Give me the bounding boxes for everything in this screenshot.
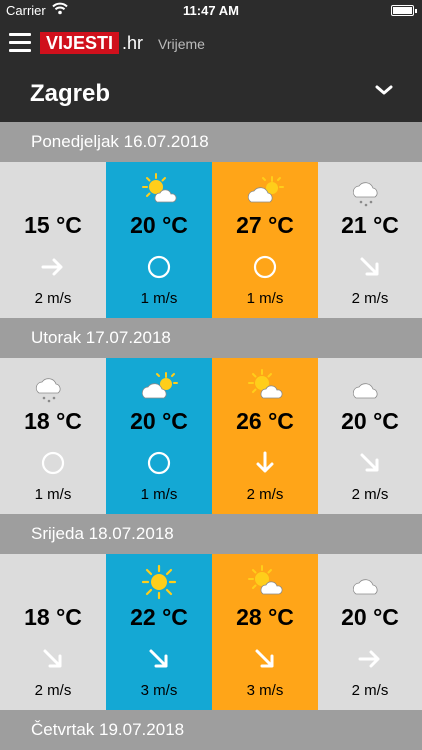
cloud-sun-icon xyxy=(106,368,212,406)
city-selector[interactable]: Zagreb xyxy=(0,68,422,122)
forecast-row: 18 °C 2 m/s 22 °C 3 m/s 28 °C 3 m/s 20 °C 2 m/s xyxy=(0,554,422,710)
wind-speed: 2 m/s xyxy=(351,290,389,307)
forecast-cell[interactable]: 27 °C 1 m/s xyxy=(212,162,318,318)
forecast-cell[interactable]: 21 °C 2 m/s xyxy=(318,162,422,318)
status-bar: Carrier 11:47 AM xyxy=(0,0,422,20)
wind-speed: 1 m/s xyxy=(140,486,178,503)
forecast-row: 15 °C 2 m/s 20 °C 1 m/s 27 °C 1 m/s 21 °C 2 m/s xyxy=(0,162,422,318)
moon-cloud-rain-icon xyxy=(318,172,422,210)
wind-speed: 3 m/s xyxy=(140,682,178,699)
arrow-down-right-icon xyxy=(0,644,106,676)
arrow-down-right-icon xyxy=(106,644,212,676)
temperature: 18 °C xyxy=(24,604,82,630)
forecast-cell[interactable]: 20 °C 2 m/s xyxy=(318,358,422,514)
temperature: 20 °C xyxy=(130,408,188,434)
day-header: Srijeda 18.07.2018 xyxy=(0,514,422,554)
arrow-right-icon xyxy=(0,252,106,284)
forecast-cell[interactable]: 22 °C 3 m/s xyxy=(106,554,212,710)
temperature: 20 °C xyxy=(341,408,399,434)
city-name: Zagreb xyxy=(30,80,111,107)
day-label: Četvrtak 19.07.2018 xyxy=(31,720,185,739)
wind-speed: 1 m/s xyxy=(140,290,178,307)
arrow-down-icon xyxy=(212,448,318,480)
forecast-cell[interactable]: 20 °C 1 m/s xyxy=(106,358,212,514)
forecast-cell[interactable]: 18 °C 2 m/s xyxy=(0,554,106,710)
wind-speed: 3 m/s xyxy=(246,682,284,699)
temperature: 15 °C xyxy=(24,212,82,238)
moon-icon xyxy=(0,564,106,602)
calm-circle-icon xyxy=(212,252,318,284)
moon-cloud-rain-icon xyxy=(0,368,106,406)
moon-cloud-icon xyxy=(318,564,422,602)
day-header: Utorak 17.07.2018 xyxy=(0,318,422,358)
site-logo[interactable]: VIJESTI xyxy=(40,32,120,54)
sun-cloud-icon xyxy=(212,368,318,406)
menu-icon[interactable] xyxy=(9,33,31,53)
day-header: Četvrtak 19.07.2018 xyxy=(0,710,422,750)
section-title: Vrijeme xyxy=(158,36,205,52)
temperature: 18 °C xyxy=(24,408,82,434)
forecast-cell[interactable]: 20 °C 1 m/s xyxy=(106,162,212,318)
logo-suffix: .hr xyxy=(122,33,144,53)
wind-speed: 1 m/s xyxy=(34,486,72,503)
forecast-cell[interactable]: 26 °C 2 m/s xyxy=(212,358,318,514)
temperature: 20 °C xyxy=(341,604,399,630)
forecast-cell[interactable]: 20 °C 2 m/s xyxy=(318,554,422,710)
arrow-down-right-icon xyxy=(212,644,318,676)
temperature: 27 °C xyxy=(236,212,294,238)
calm-circle-icon xyxy=(106,448,212,480)
wind-speed: 2 m/s xyxy=(351,682,389,699)
wind-speed: 2 m/s xyxy=(246,486,284,503)
temperature: 28 °C xyxy=(236,604,294,630)
arrow-right-icon xyxy=(318,644,422,676)
arrow-down-right-icon xyxy=(318,448,422,480)
temperature: 20 °C xyxy=(130,212,188,238)
temperature: 26 °C xyxy=(236,408,294,434)
wind-speed: 2 m/s xyxy=(351,486,389,503)
wind-speed: 2 m/s xyxy=(34,290,72,307)
sun-icon xyxy=(106,564,212,602)
sun-cloud-icon xyxy=(212,564,318,602)
status-time: 11:47 AM xyxy=(183,3,239,18)
wind-speed: 1 m/s xyxy=(246,290,284,307)
top-navbar: VIJESTI .hr Vrijeme xyxy=(0,20,422,68)
moon-icon xyxy=(0,172,106,210)
forecast-cell[interactable]: 18 °C 1 m/s xyxy=(0,358,106,514)
forecast-row: 18 °C 1 m/s 20 °C 1 m/s 26 °C 2 m/s 20 °C 2 m/s xyxy=(0,358,422,514)
forecast-cell[interactable]: 28 °C 3 m/s xyxy=(212,554,318,710)
calm-circle-icon xyxy=(0,448,106,480)
moon-cloud-icon xyxy=(318,368,422,406)
day-label: Ponedjeljak 16.07.2018 xyxy=(31,132,209,151)
arrow-down-right-icon xyxy=(318,252,422,284)
sun-cloud-icon xyxy=(106,172,212,210)
day-label: Srijeda 18.07.2018 xyxy=(31,524,174,543)
forecast-cell[interactable]: 15 °C 2 m/s xyxy=(0,162,106,318)
temperature: 22 °C xyxy=(130,604,188,630)
calm-circle-icon xyxy=(106,252,212,284)
chevron-down-icon[interactable] xyxy=(374,83,394,102)
day-header: Ponedjeljak 16.07.2018 xyxy=(0,122,422,162)
temperature: 21 °C xyxy=(341,212,399,238)
cloud-sun-icon xyxy=(212,172,318,210)
wind-speed: 2 m/s xyxy=(34,682,72,699)
day-label: Utorak 17.07.2018 xyxy=(31,328,171,347)
battery-icon xyxy=(391,5,417,16)
